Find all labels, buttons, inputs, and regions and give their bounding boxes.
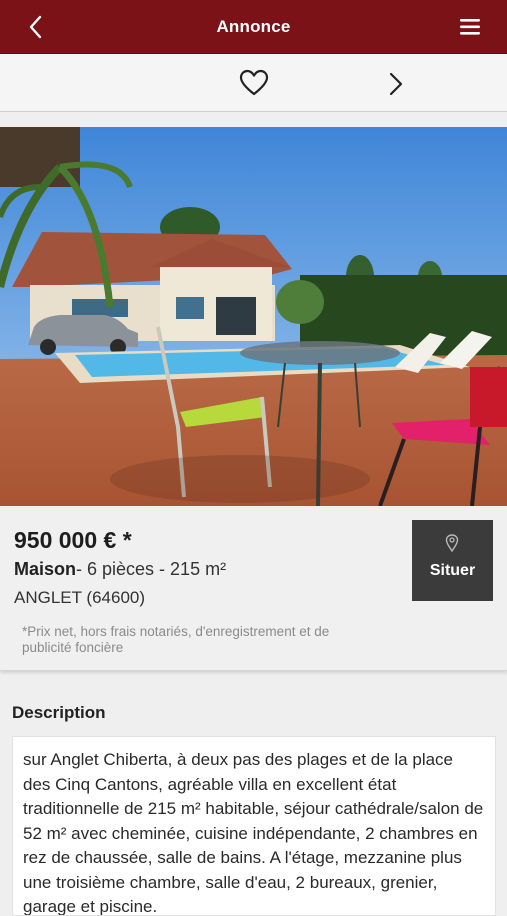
price-note: *Prix net, hors frais notariés, d'enregi… (22, 624, 330, 655)
house-photo-illustration (0, 127, 507, 506)
locate-button-label: Situer (429, 562, 476, 579)
map-pin-icon (445, 534, 459, 552)
action-bar (0, 54, 507, 112)
listing-type: Maison (14, 559, 77, 579)
description-heading: Description (12, 703, 106, 722)
listing-type-line: Maison- 6 pièces - 215 m² (14, 559, 226, 580)
locate-button[interactable]: Situer (412, 520, 493, 601)
listing-photo[interactable] (0, 127, 507, 506)
top-app-bar: Annonce (0, 0, 507, 54)
description-box: sur Anglet Chiberta, à deux pas des plag… (12, 736, 496, 916)
listing-summary-card: 950 000 € * Maison- 6 pièces - 215 m² AN… (0, 506, 507, 671)
hamburger-menu-icon[interactable] (459, 18, 481, 36)
page-title: Annonce (216, 17, 291, 36)
listing-city: ANGLET (64600) (14, 588, 146, 607)
listing-details: - 6 pièces - 215 m² (76, 559, 227, 579)
chevron-right-icon[interactable] (386, 71, 406, 97)
listing-price: 950 000 € * (14, 527, 132, 553)
description-text: sur Anglet Chiberta, à deux pas des plag… (23, 750, 484, 916)
heart-outline-icon[interactable] (239, 69, 269, 97)
